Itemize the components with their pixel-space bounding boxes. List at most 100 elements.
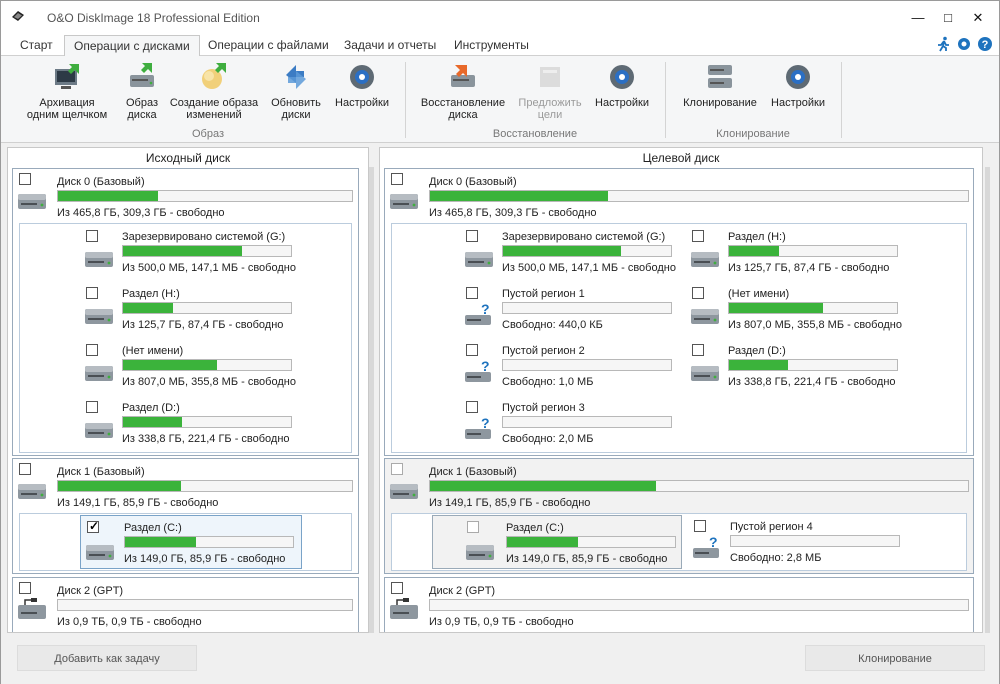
hard-drive-icon [18, 484, 46, 499]
ribbon: Архивация одним щелчком Образ диска Созд… [1, 56, 999, 143]
target-right-partition-checkbox[interactable] [692, 344, 704, 356]
source-disk-0-checkbox[interactable] [19, 173, 31, 185]
tab-tools[interactable]: Инструменты [445, 35, 538, 56]
source-partition-3[interactable]: Раздел (D:) Из 338,8 ГБ, 221,4 ГБ - свобо… [82, 399, 302, 453]
target-left-partition-usage-bar [502, 302, 672, 314]
source-partition-2[interactable]: (Нет имени) Из 807,0 МБ, 355,8 МБ - свобо… [82, 342, 302, 396]
target-disk-2-checkbox[interactable] [391, 582, 403, 594]
source-disk-1-checkbox[interactable] [19, 463, 31, 475]
source-partition-0[interactable]: Зарезервировано системой (G:) Из 500,0 МБ… [82, 228, 302, 282]
clone-settings-button[interactable]: Настройки [767, 61, 829, 109]
target-right-partition-checkbox[interactable] [692, 230, 704, 242]
target-disk-2-info: Из 0,9 ТБ, 0,9 ТБ - свободно [429, 616, 574, 628]
group-label-clone: Клонирование [716, 128, 790, 140]
source-disk-0[interactable]: Диск 0 (Базовый) Из 465,8 ГБ, 309,3 ГБ -… [12, 168, 359, 456]
one-click-backup-button[interactable]: Архивация одним щелчком [23, 61, 111, 121]
minimize-button[interactable]: — [905, 7, 931, 29]
source-partition-checkbox[interactable] [86, 287, 98, 299]
source-disk-2-checkbox[interactable] [19, 582, 31, 594]
source-partition-checkbox[interactable] [86, 401, 98, 413]
hard-drive-icon [86, 545, 114, 560]
source-partition-c-checkbox[interactable] [87, 519, 99, 533]
tab-disk-operations[interactable]: Операции с дисками [64, 35, 200, 57]
clone-button[interactable]: Клонирование [805, 645, 985, 671]
target-partition-c-info: Из 149,0 ГБ, 85,9 ГБ - свободно [506, 553, 668, 565]
restore-settings-button[interactable]: Настройки [591, 61, 653, 109]
svg-text:?: ? [481, 301, 490, 317]
source-disk-pane: Исходный диск Диск 0 (Базовый) Из 465,8 … [7, 147, 369, 633]
target-left-partition-checkbox[interactable] [466, 287, 478, 299]
source-pane-scrollbar[interactable] [369, 167, 374, 633]
clone-ribbon-button[interactable]: Клонирование [677, 61, 763, 109]
source-partition-c-name: Раздел (C:) [124, 522, 182, 534]
target-right-partition-1[interactable]: (Нет имени) Из 807,0 МБ, 355,8 МБ - свобо… [688, 285, 908, 339]
target-disk-0[interactable]: Диск 0 (Базовый) Из 465,8 ГБ, 309,3 ГБ -… [384, 168, 974, 456]
tab-tasks-reports[interactable]: Задачи и отчеты [335, 35, 445, 56]
source-partition-1[interactable]: Раздел (H:) Из 125,7 ГБ, 87,4 ГБ - свобод… [82, 285, 302, 339]
target-disk-1[interactable]: Диск 1 (Базовый) Из 149,1 ГБ, 85,9 ГБ - … [384, 458, 974, 574]
target-right-partition-usage-bar [728, 359, 898, 371]
hard-drive-icon [691, 366, 719, 381]
source-disk-2-info: Из 0,9 ТБ, 0,9 ТБ - свободно [57, 616, 202, 628]
clone-ribbon-label: Клонирование [683, 97, 757, 109]
target-disk-0-info: Из 465,8 ГБ, 309,3 ГБ - свободно [429, 207, 597, 219]
tab-start[interactable]: Старт [11, 35, 62, 56]
add-as-task-button[interactable]: Добавить как задачу [17, 645, 197, 671]
source-partition-usage-bar [122, 302, 292, 314]
running-man-icon[interactable] [935, 36, 951, 52]
source-partition-c-info: Из 149,0 ГБ, 85,9 ГБ - свободно [124, 553, 286, 565]
source-disk-1[interactable]: Диск 1 (Базовый) Из 149,1 ГБ, 85,9 ГБ - … [12, 458, 359, 574]
source-partition-c[interactable]: Раздел (C:) Из 149,0 ГБ, 85,9 ГБ - свобо… [80, 515, 302, 569]
target-empty-region-4-usage-bar [730, 535, 900, 547]
bottom-bar: Добавить как задачу Клонирование [1, 637, 999, 684]
target-left-partition-info: Свободно: 2,0 МБ [502, 433, 594, 445]
source-partition-checkbox[interactable] [86, 230, 98, 242]
target-pane-scrollbar[interactable] [985, 167, 990, 633]
target-left-partition-checkbox[interactable] [466, 230, 478, 242]
target-left-partition-checkbox[interactable] [466, 344, 478, 356]
target-right-partition-info: Из 125,7 ГБ, 87,4 ГБ - свободно [728, 262, 890, 274]
target-right-partition-usage-bar [728, 245, 898, 257]
target-partition-c-checkbox[interactable] [467, 521, 479, 533]
target-right-partition-checkbox[interactable] [692, 287, 704, 299]
disk-image-button[interactable]: Образ диска [119, 61, 165, 121]
target-disk-0-name: Диск 0 (Базовый) [429, 176, 517, 188]
target-left-partition-3[interactable]: ? Пустой регион 3 Свободно: 2,0 МБ [462, 399, 682, 453]
target-left-partition-info: Свободно: 1,0 МБ [502, 376, 594, 388]
suggest-targets-button[interactable]: Предложить цели [513, 61, 587, 121]
target-right-partition-info: Из 338,8 ГБ, 221,4 ГБ - свободно [728, 376, 896, 388]
target-left-partition-checkbox[interactable] [466, 401, 478, 413]
target-disk-1-partitions: Раздел (C:) Из 149,0 ГБ, 85,9 ГБ - свобо… [391, 513, 967, 571]
target-left-partition-2[interactable]: ? Пустой регион 2 Свободно: 1,0 МБ [462, 342, 682, 396]
source-partition-usage-bar [122, 359, 292, 371]
target-left-partition-info: Свободно: 440,0 КБ [502, 319, 603, 331]
image-settings-button[interactable]: Настройки [331, 61, 393, 109]
target-disk-2[interactable]: Диск 2 (GPT) Из 0,9 ТБ, 0,9 ТБ - свободн… [384, 577, 974, 632]
ribbon-tabs: Старт Операции с дисками Операции с файл… [1, 32, 999, 57]
target-left-partition-0[interactable]: Зарезервировано системой (G:) Из 500,0 МБ… [462, 228, 682, 282]
hard-drive-icon [85, 366, 113, 381]
gear-icon[interactable] [956, 36, 972, 52]
help-icon[interactable]: ? [977, 36, 993, 52]
target-left-partition-usage-bar [502, 416, 672, 428]
refresh-disks-button[interactable]: Обновить диски [265, 61, 327, 121]
close-button[interactable]: ✕ [965, 7, 991, 29]
maximize-button[interactable]: □ [935, 7, 961, 29]
target-disk-1-usage-bar [429, 480, 969, 492]
target-disk-1-checkbox[interactable] [391, 463, 403, 475]
target-disk-2-usage-bar [429, 599, 969, 611]
target-partition-c[interactable]: Раздел (C:) Из 149,0 ГБ, 85,9 ГБ - свобо… [432, 515, 682, 569]
tab-file-operations[interactable]: Операции с файлами [199, 35, 338, 56]
target-right-partition-2[interactable]: Раздел (D:) Из 338,8 ГБ, 221,4 ГБ - свобо… [688, 342, 908, 396]
source-partition-checkbox[interactable] [86, 344, 98, 356]
restore-disk-button[interactable]: Восстановление диска [417, 61, 509, 121]
hard-drive-icon [465, 252, 493, 267]
incremental-image-button[interactable]: Создание образа изменений [169, 61, 259, 121]
source-disk-0-partitions: Зарезервировано системой (G:) Из 500,0 МБ… [19, 223, 352, 453]
source-disk-2[interactable]: Диск 2 (GPT) Из 0,9 ТБ, 0,9 ТБ - свободн… [12, 577, 359, 632]
target-right-partition-0[interactable]: Раздел (H:) Из 125,7 ГБ, 87,4 ГБ - свобод… [688, 228, 908, 282]
target-left-partition-1[interactable]: ? Пустой регион 1 Свободно: 440,0 КБ [462, 285, 682, 339]
target-empty-region-4-checkbox[interactable] [694, 520, 706, 532]
target-disk-0-checkbox[interactable] [391, 173, 403, 185]
title-bar: O&O DiskImage 18 Professional Edition — … [1, 1, 999, 32]
